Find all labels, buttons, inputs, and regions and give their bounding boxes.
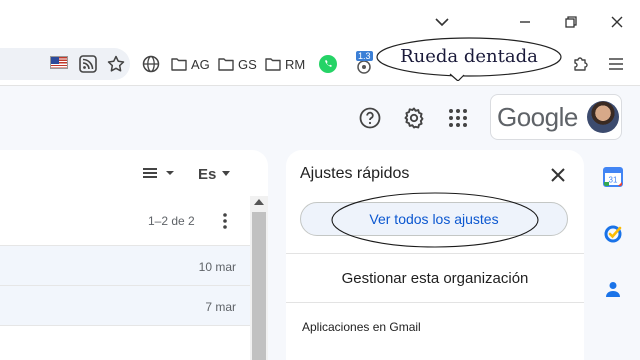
whatsapp-icon[interactable] [319, 55, 337, 73]
google-logo: Google [497, 102, 578, 132]
chevron-down-icon[interactable] [222, 171, 230, 176]
close-icon[interactable] [549, 166, 567, 184]
svg-text:31: 31 [609, 176, 618, 185]
help-icon[interactable] [359, 107, 381, 129]
quick-settings-title: Ajustes rápidos [300, 165, 410, 182]
bookmark-rm[interactable]: RM [265, 54, 305, 74]
folder-icon [218, 58, 234, 71]
bookmark-label: AG [191, 56, 210, 72]
manage-organization-link[interactable]: Gestionar esta organización [286, 270, 584, 287]
divider [286, 302, 584, 303]
divider [0, 325, 250, 326]
tab-search-chevron-down-icon[interactable] [430, 10, 454, 34]
annotation-ellipse [331, 192, 539, 248]
callout-text: Rueda dentada [400, 46, 538, 67]
menu-icon[interactable] [606, 54, 626, 74]
mail-row[interactable]: 10 mar [0, 245, 250, 285]
globe-icon[interactable] [141, 54, 161, 74]
flag-icon[interactable] [50, 56, 68, 69]
page-count: 1–2 de 2 [148, 214, 195, 228]
gear-icon[interactable] [402, 106, 426, 130]
minimize-icon[interactable] [513, 10, 537, 34]
bookmark-label: GS [238, 56, 257, 72]
tasks-icon[interactable] [603, 223, 623, 243]
language-select[interactable]: Es [198, 166, 216, 183]
folder-icon [265, 58, 281, 71]
contacts-icon[interactable] [603, 279, 623, 299]
extension-badge: 1.3 [356, 51, 373, 61]
bookmark-gs[interactable]: GS [218, 54, 257, 74]
calendar-icon[interactable]: 31 [603, 167, 623, 187]
apps-icon[interactable] [448, 108, 468, 128]
mail-date: 7 mar [205, 300, 236, 314]
rss-icon[interactable] [78, 54, 98, 74]
scroll-up-arrow[interactable] [254, 199, 264, 205]
bookmark-ag[interactable]: AG [171, 54, 210, 74]
scrollbar-thumb[interactable] [252, 212, 266, 360]
close-icon[interactable] [605, 10, 629, 34]
bookmark-label: RM [285, 56, 306, 72]
avatar[interactable] [587, 101, 619, 133]
folder-icon [171, 58, 187, 71]
more-vert-icon[interactable] [220, 212, 230, 230]
divider [286, 253, 584, 254]
mail-date: 10 mar [198, 260, 236, 274]
star-icon[interactable] [106, 54, 126, 74]
mail-row[interactable]: 7 mar [0, 285, 250, 325]
puzzle-icon[interactable] [571, 54, 591, 74]
density-view-icon[interactable] [142, 166, 176, 182]
apps-in-gmail-heading: Aplicaciones en Gmail [302, 320, 421, 334]
restore-icon[interactable] [559, 10, 583, 34]
